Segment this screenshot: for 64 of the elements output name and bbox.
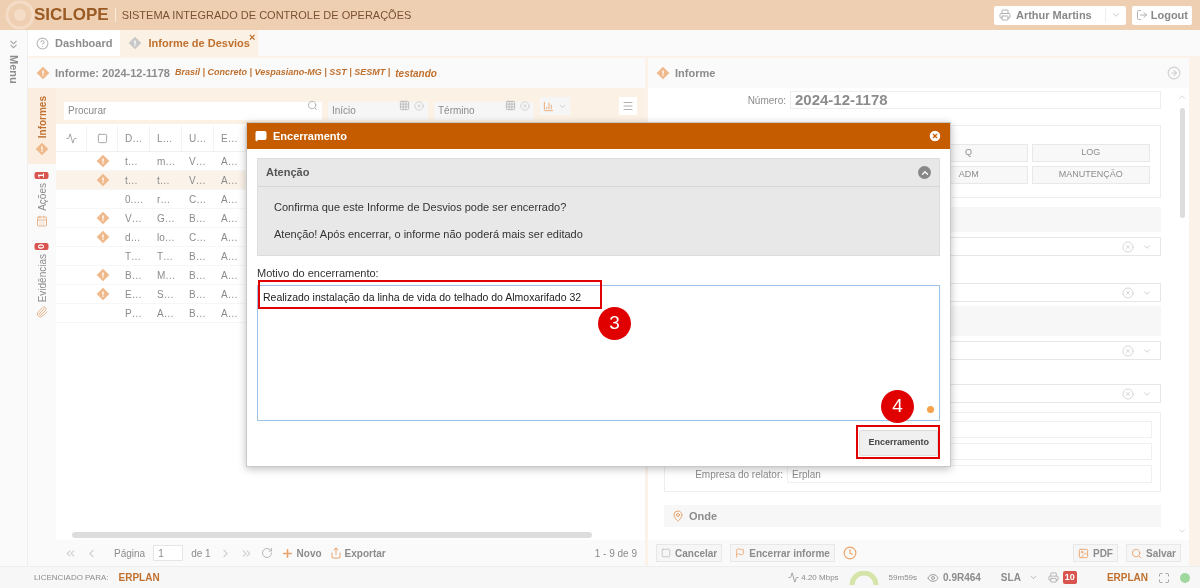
table-cell-text: S… [157, 287, 174, 302]
dialog-title: Encerramento [273, 128, 347, 144]
table-cell-text: T… [125, 249, 142, 264]
logo-text: SICLOPE [34, 4, 109, 27]
brand-logo: ERPLAN [1106, 571, 1148, 585]
table-cell-text: V… [189, 154, 206, 169]
license-label: LICENCIADO PARA: [34, 571, 109, 584]
brand-logo: ERPLAN [118, 571, 160, 585]
panel-tag: testando [395, 65, 437, 81]
table-cell-text: A… [221, 211, 238, 226]
page-label: Página [114, 546, 146, 561]
count-badge: 0 [35, 243, 49, 251]
notice-text: Atenção! Após encerrar, o informe não poderá mais ser editado [274, 228, 584, 241]
step-marker: 4 [881, 390, 914, 423]
table-cell-text: B… [189, 306, 206, 321]
table-cell-text: A… [157, 306, 174, 321]
panel-subtitle: Brasil | Concreto | Vespasiano-MG | SST | SESMT | [174, 66, 391, 80]
table-cell-text: M… [157, 268, 176, 283]
table-cell-text: A… [221, 287, 238, 302]
table-cell-text: A… [221, 154, 238, 169]
field-label: Motivo do encerramento: [257, 267, 380, 280]
table-cell-text: A… [221, 306, 238, 321]
page-count: de 1 [191, 546, 211, 561]
table-cell-text: r… [157, 192, 171, 207]
table-cell-text: B… [189, 211, 206, 226]
table-cell-text: t… [157, 173, 170, 188]
table-cell-text: B… [189, 287, 206, 302]
table-cell-text: B… [189, 268, 206, 283]
table-cell-text: t… [125, 173, 138, 188]
count-badge: 10 [1062, 570, 1077, 585]
table-cell-text: A… [221, 249, 238, 264]
table-cell-text: A… [221, 192, 238, 207]
record-range: 1 - 9 de 9 [594, 546, 637, 561]
panel-title: Informe [675, 65, 716, 81]
table-cell-text: lo… [157, 230, 175, 245]
table-cell-text: 0.… [125, 192, 144, 207]
step-marker: 3 [598, 307, 631, 340]
table-cell-text: m… [157, 154, 176, 169]
session-timer: 59m59s [888, 571, 918, 584]
field-label: Número: [746, 93, 786, 108]
app-title: SISTEMA INTEGRADO DE CONTROLE DE OPERAÇÕES [121, 7, 412, 23]
table-cell-text: G… [157, 211, 175, 226]
table-cell-text: B… [189, 249, 206, 264]
count-badge: 1 [35, 172, 49, 180]
table-cell-text: A… [221, 268, 238, 283]
panel-title: Informe: 2024-12-1178 [55, 65, 170, 81]
table-cell-text: A… [221, 173, 238, 188]
table-cell-text: V… [189, 173, 206, 188]
notice-title: Atenção [266, 165, 310, 181]
table-cell-text: C… [189, 230, 207, 245]
number-field: 2024-12-1178 [790, 91, 1161, 109]
table-cell-text: B… [125, 268, 142, 283]
table-cell-text: t… [125, 154, 138, 169]
notice-text: Confirma que este Informe de Desvios pode ser encerrado? [274, 201, 568, 214]
table-cell-text: d… [125, 230, 141, 245]
table-cell-text: P… [125, 306, 142, 321]
table-cell-text: V… [125, 211, 142, 226]
table-cell-text: E… [125, 287, 142, 302]
table-cell-text: C… [189, 192, 207, 207]
version-text: 0.9R464 [943, 571, 981, 585]
network-speed: 4.20 Mbps [801, 571, 839, 584]
table-cell-text: A… [221, 230, 238, 245]
field-label: Empresa do relator: [694, 467, 783, 482]
table-cell-text: T… [157, 249, 174, 264]
